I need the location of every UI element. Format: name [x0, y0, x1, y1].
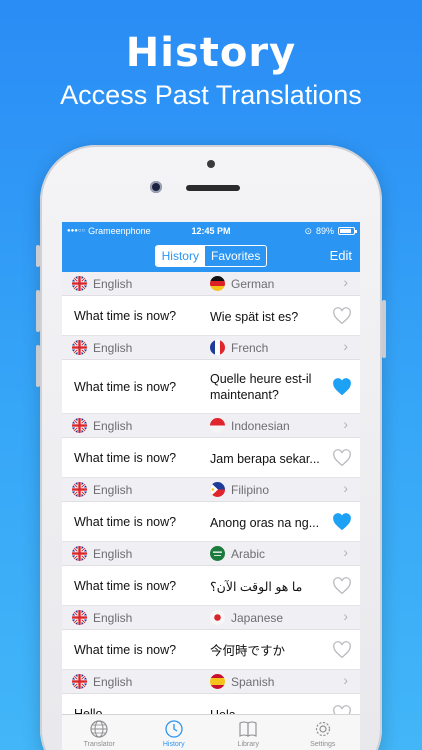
- language-pair-row[interactable]: English German ›: [62, 272, 360, 296]
- flag-icon: [72, 276, 87, 291]
- target-language: Spanish: [231, 674, 275, 689]
- tab-library[interactable]: Library: [211, 715, 286, 750]
- language-pair-row[interactable]: English Arabic ›: [62, 542, 360, 566]
- flag-icon: [72, 340, 87, 355]
- status-bar: ●●●○○ Grameenphone 12:45 PM ⊙ 89%: [62, 222, 360, 240]
- favorite-heart-icon[interactable]: [332, 577, 352, 595]
- flag-icon: [210, 674, 225, 689]
- flag-icon: [72, 610, 87, 625]
- flag-icon: [210, 276, 225, 291]
- translation-row[interactable]: What time is now? 今何時ですか: [62, 630, 360, 670]
- target-language: German: [231, 276, 275, 291]
- source-text: What time is now?: [74, 643, 177, 657]
- translated-text: Anong oras na ng...: [210, 516, 320, 530]
- source-text: What time is now?: [74, 309, 177, 323]
- source-language: English: [93, 610, 133, 625]
- language-pair-row[interactable]: English Japanese ›: [62, 606, 360, 630]
- flag-icon: [210, 546, 225, 561]
- source-language: English: [93, 276, 133, 291]
- tab-settings[interactable]: Settings: [286, 715, 361, 750]
- translated-text: ما هو الوقت الآن؟: [210, 580, 303, 594]
- gear-icon: [315, 721, 330, 737]
- flag-icon: [72, 546, 87, 561]
- mute-switch: [36, 245, 40, 267]
- nav-bar: History Favorites Edit: [62, 240, 360, 272]
- tab-bar: Translator History Library Settings: [62, 714, 360, 750]
- history-list: English German › What time is now? Wie spät …: [62, 272, 360, 734]
- chevron-right-icon: ›: [343, 338, 348, 354]
- favorite-heart-icon[interactable]: [332, 641, 352, 659]
- flag-icon: [210, 340, 225, 355]
- source-text: What time is now?: [74, 451, 177, 465]
- target-language: French: [231, 340, 269, 355]
- flag-icon: [210, 482, 225, 497]
- edit-button[interactable]: Edit: [330, 248, 352, 263]
- proximity-sensor: [207, 160, 215, 168]
- source-language: English: [93, 546, 133, 561]
- chevron-right-icon: ›: [343, 480, 348, 496]
- translation-row[interactable]: What time is now? ما هو الوقت الآن؟: [62, 566, 360, 606]
- chevron-right-icon: ›: [343, 274, 348, 290]
- volume-down-button: [36, 345, 40, 387]
- source-language: English: [93, 418, 133, 433]
- battery-icon: [338, 227, 357, 235]
- chevron-right-icon: ›: [343, 608, 348, 624]
- volume-up-button: [36, 290, 40, 332]
- book-icon: [239, 721, 257, 737]
- segment-favorites[interactable]: Favorites: [205, 246, 266, 266]
- target-language: Japanese: [231, 610, 284, 625]
- app-screen: ●●●○○ Grameenphone 12:45 PM ⊙ 89% Histor…: [62, 222, 360, 750]
- flag-icon: [210, 610, 225, 625]
- favorite-heart-icon[interactable]: [332, 449, 352, 467]
- clock-icon: [165, 720, 183, 738]
- target-language: Indonesian: [231, 418, 290, 433]
- target-language: Filipino: [231, 482, 270, 497]
- language-pair-row[interactable]: English Filipino ›: [62, 478, 360, 502]
- front-camera: [150, 181, 162, 193]
- translated-text: Jam berapa sekar...: [210, 452, 320, 466]
- language-pair-row[interactable]: English French ›: [62, 336, 360, 360]
- favorite-heart-icon[interactable]: [332, 307, 352, 325]
- earpiece-speaker: [186, 185, 240, 191]
- favorite-heart-icon[interactable]: [332, 378, 352, 396]
- translated-text: 今何時ですか: [210, 644, 286, 658]
- source-text: What time is now?: [74, 515, 177, 529]
- source-text: What time is now?: [74, 579, 177, 593]
- flag-icon: [72, 482, 87, 497]
- chevron-right-icon: ›: [343, 416, 348, 432]
- history-favorites-segment: History Favorites: [154, 245, 268, 267]
- favorite-heart-icon[interactable]: [332, 513, 352, 531]
- translation-row[interactable]: What time is now? Anong oras na ng...: [62, 502, 360, 542]
- tab-history[interactable]: History: [137, 715, 212, 750]
- flag-icon: [210, 418, 225, 433]
- source-language: English: [93, 674, 133, 689]
- globe-icon: [90, 720, 108, 738]
- language-pair-row[interactable]: English Spanish ›: [62, 670, 360, 694]
- segment-history[interactable]: History: [155, 246, 205, 266]
- language-pair-row[interactable]: English Indonesian ›: [62, 414, 360, 438]
- tab-translator[interactable]: Translator: [62, 715, 137, 750]
- flag-icon: [72, 674, 87, 689]
- chevron-right-icon: ›: [343, 544, 348, 560]
- translation-row[interactable]: What time is now? Jam berapa sekar...: [62, 438, 360, 478]
- power-button: [382, 300, 386, 358]
- status-time: 12:45 PM: [191, 226, 231, 236]
- source-text: What time is now?: [74, 380, 177, 394]
- translated-text: Quelle heure est-il maintenant?: [210, 372, 312, 402]
- translation-row[interactable]: What time is now? Wie spät ist es?: [62, 296, 360, 336]
- translation-row[interactable]: What time is now? Quelle heure est-il mai…: [62, 360, 360, 414]
- translated-text: Wie spät ist es?: [210, 310, 299, 324]
- promo-title: History: [125, 30, 297, 76]
- flag-icon: [72, 418, 87, 433]
- source-language: English: [93, 340, 133, 355]
- chevron-right-icon: ›: [343, 672, 348, 688]
- target-language: Arabic: [231, 546, 266, 561]
- promo-subtitle: Access Past Translations: [60, 80, 362, 110]
- source-language: English: [93, 482, 133, 497]
